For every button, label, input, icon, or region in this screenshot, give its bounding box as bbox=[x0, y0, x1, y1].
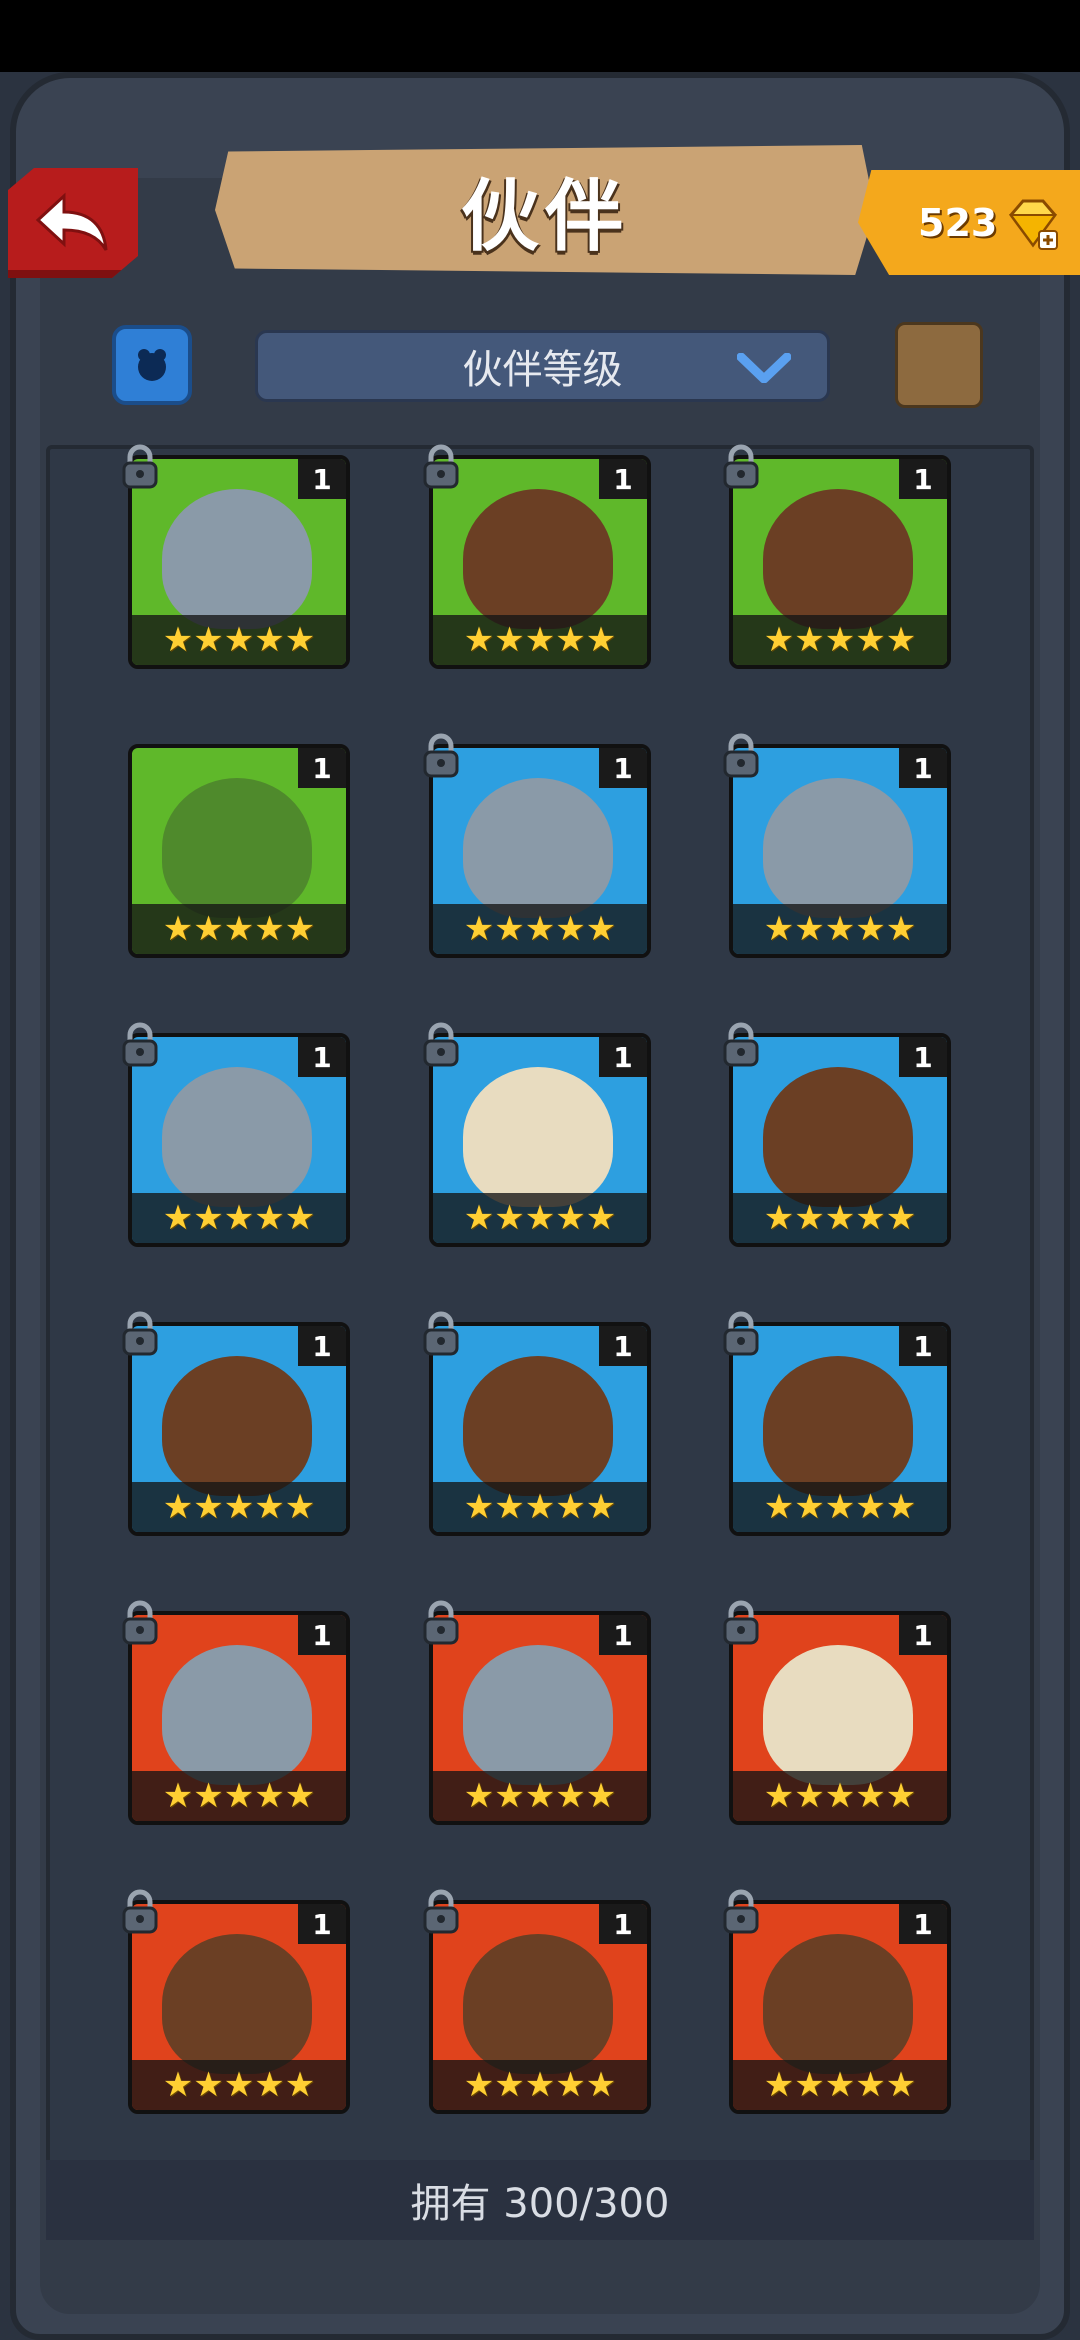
partner-level: 1 bbox=[599, 748, 647, 788]
bearded-warrior-portrait bbox=[162, 1934, 312, 2074]
lock-icon bbox=[423, 444, 459, 489]
sort-dropdown-label: 伙伴等级 bbox=[462, 347, 623, 393]
partner-level: 1 bbox=[599, 1326, 647, 1366]
partner-level: 1 bbox=[298, 748, 346, 788]
lock-icon bbox=[723, 1311, 759, 1356]
partner-level: 1 bbox=[899, 1037, 947, 1077]
lock-icon bbox=[423, 733, 459, 778]
elephant-monster-portrait bbox=[463, 1645, 613, 1785]
star-rating: ★★★★★ bbox=[132, 1193, 346, 1243]
star-rating: ★★★★★ bbox=[132, 615, 346, 665]
partner-level: 1 bbox=[298, 1326, 346, 1366]
lock-icon bbox=[423, 1889, 459, 1934]
filter-icon-button[interactable] bbox=[112, 325, 192, 405]
bearded-warrior-portrait bbox=[463, 1934, 613, 2074]
bearded-warrior-portrait bbox=[763, 1356, 913, 1496]
star-rating: ★★★★★ bbox=[132, 1482, 346, 1532]
partner-level: 1 bbox=[899, 459, 947, 499]
back-button[interactable] bbox=[8, 168, 138, 278]
star-rating: ★★★★★ bbox=[733, 615, 947, 665]
partner-level: 1 bbox=[899, 748, 947, 788]
partner-level: 1 bbox=[899, 1326, 947, 1366]
gem-counter[interactable]: 523 bbox=[858, 170, 1080, 275]
star-rating: ★★★★★ bbox=[433, 2060, 647, 2110]
owned-counter-bar: 拥有 300/300 bbox=[46, 2160, 1034, 2240]
star-rating: ★★★★★ bbox=[132, 904, 346, 954]
lock-icon bbox=[122, 1311, 158, 1356]
gem-count: 523 bbox=[918, 200, 998, 245]
lock-icon bbox=[122, 1022, 158, 1067]
page-title: 伙伴 bbox=[460, 172, 629, 262]
crocodile-beast-portrait bbox=[162, 778, 312, 918]
elephant-monster-portrait bbox=[463, 778, 613, 918]
partner-level: 1 bbox=[298, 1904, 346, 1944]
bearded-warrior-portrait bbox=[463, 489, 613, 629]
bearded-warrior-portrait bbox=[162, 1356, 312, 1496]
lock-icon bbox=[723, 1600, 759, 1645]
star-rating: ★★★★★ bbox=[433, 615, 647, 665]
gem-plus-icon bbox=[1009, 199, 1059, 250]
star-rating: ★★★★★ bbox=[433, 1482, 647, 1532]
lock-icon bbox=[423, 1311, 459, 1356]
elephant-monster-portrait bbox=[763, 778, 913, 918]
star-rating: ★★★★★ bbox=[733, 1771, 947, 1821]
star-rating: ★★★★★ bbox=[733, 904, 947, 954]
partner-level: 1 bbox=[899, 1615, 947, 1655]
star-rating: ★★★★★ bbox=[132, 1771, 346, 1821]
partner-level: 1 bbox=[298, 459, 346, 499]
lock-icon bbox=[723, 1889, 759, 1934]
star-rating: ★★★★★ bbox=[433, 904, 647, 954]
lock-icon bbox=[122, 1889, 158, 1934]
star-rating: ★★★★★ bbox=[733, 2060, 947, 2110]
star-rating: ★★★★★ bbox=[733, 1482, 947, 1532]
status-bar bbox=[0, 0, 1080, 72]
lock-icon bbox=[122, 444, 158, 489]
partner-level: 1 bbox=[298, 1037, 346, 1077]
white-haired-heroine-portrait bbox=[463, 1067, 613, 1207]
star-rating: ★★★★★ bbox=[733, 1193, 947, 1243]
filter-icon bbox=[138, 349, 166, 381]
title-banner: 伙伴 bbox=[215, 145, 875, 275]
elephant-monster-portrait bbox=[162, 489, 312, 629]
lock-icon bbox=[723, 733, 759, 778]
star-rating: ★★★★★ bbox=[433, 1771, 647, 1821]
partner-level: 1 bbox=[599, 459, 647, 499]
sort-dropdown[interactable]: 伙伴等级 bbox=[255, 330, 830, 402]
bearded-warrior-portrait bbox=[463, 1356, 613, 1496]
lock-icon bbox=[723, 444, 759, 489]
lock-icon bbox=[423, 1600, 459, 1645]
chevron-down-icon bbox=[737, 353, 791, 383]
scroll-menu-icon[interactable] bbox=[895, 322, 983, 408]
partner-card[interactable]: 1 ★★★★★ bbox=[128, 744, 350, 958]
lock-icon bbox=[423, 1022, 459, 1067]
lock-icon bbox=[122, 1600, 158, 1645]
lock-icon bbox=[723, 1022, 759, 1067]
partner-level: 1 bbox=[298, 1615, 346, 1655]
bearded-warrior-portrait bbox=[763, 1067, 913, 1207]
partner-level: 1 bbox=[899, 1904, 947, 1944]
bearded-warrior-portrait bbox=[763, 489, 913, 629]
elephant-monster-portrait bbox=[162, 1067, 312, 1207]
bearded-warrior-portrait bbox=[763, 1934, 913, 2074]
star-rating: ★★★★★ bbox=[132, 2060, 346, 2110]
owned-count: 拥有 300/300 bbox=[410, 2181, 670, 2227]
partner-level: 1 bbox=[599, 1037, 647, 1077]
elephant-monster-portrait bbox=[162, 1645, 312, 1785]
partner-level: 1 bbox=[599, 1904, 647, 1944]
white-haired-heroine-portrait bbox=[763, 1645, 913, 1785]
star-rating: ★★★★★ bbox=[433, 1193, 647, 1243]
partner-level: 1 bbox=[599, 1615, 647, 1655]
back-arrow-icon bbox=[35, 192, 108, 251]
